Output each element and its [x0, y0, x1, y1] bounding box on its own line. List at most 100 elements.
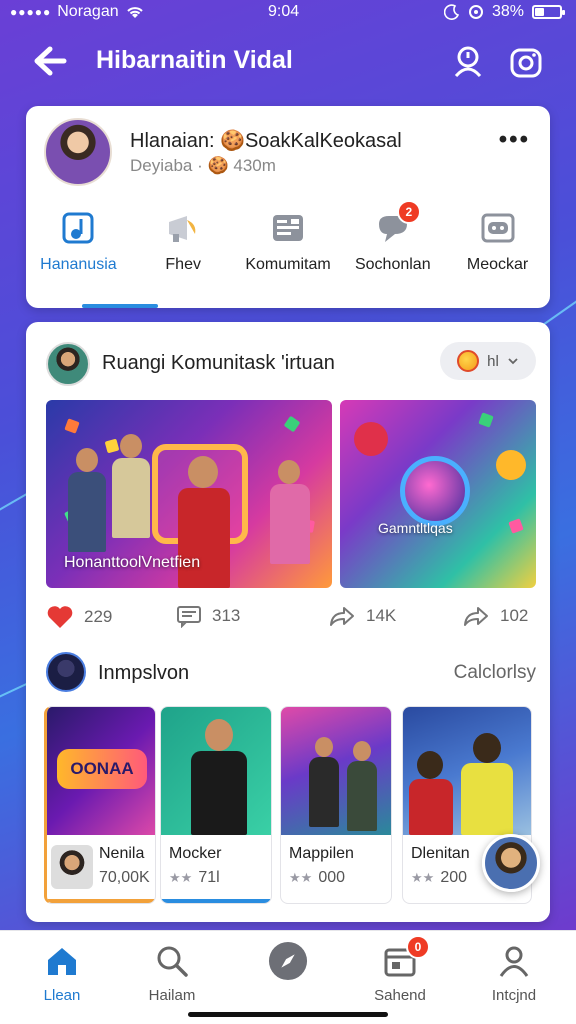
tab-label: Meockar [466, 256, 529, 273]
monster-character [354, 422, 388, 456]
moon-icon [443, 4, 460, 20]
avatar[interactable] [51, 845, 93, 889]
more-options-button[interactable]: ••• [499, 126, 530, 154]
nav-label: Intcjnd [491, 987, 537, 1004]
heart-icon [47, 606, 73, 628]
person-icon [494, 941, 534, 981]
tab-meockar[interactable]: Meockar [445, 202, 550, 282]
signal-dots-icon: ●●●●● [10, 5, 52, 19]
list-item[interactable]: Mocker ★★ 71l [160, 706, 272, 904]
post-reactions: 229 313 14K 102 [46, 598, 536, 638]
forward-icon [464, 607, 488, 626]
item-meta: 70,00K [99, 869, 150, 886]
home-icon [42, 941, 82, 981]
floating-avatar-button[interactable] [482, 834, 540, 892]
star-rating: ★★ [411, 870, 435, 885]
list-item[interactable]: OONAA Nenila 70,00K [44, 706, 156, 904]
avatar[interactable] [44, 118, 112, 186]
person-figure [191, 719, 247, 835]
nav-label: Llean [43, 987, 81, 1004]
battery-percent: 38% [491, 3, 524, 20]
section-header: Inmpslvon Calclorlsy [46, 652, 536, 698]
game-orb [400, 456, 470, 526]
camera-button[interactable] [506, 42, 546, 82]
wifi-icon [126, 7, 143, 18]
comment-icon [177, 606, 201, 628]
compass-icon [268, 941, 308, 981]
like-button[interactable]: 229 [46, 604, 112, 630]
forward-button[interactable]: 102 [462, 604, 528, 628]
person-figure [347, 741, 377, 837]
star-rating: ★★ [169, 870, 193, 885]
tab-fhev[interactable]: Fhev [131, 202, 236, 282]
tab-hananusia[interactable]: Hananusia [26, 202, 131, 282]
emoji-icon [457, 350, 480, 372]
progress-bar [47, 899, 155, 903]
profile-card: Hlanaian: 🍪SoakKalKeokasal Deyiaba · 🍪 4… [26, 106, 550, 308]
confetti-shape [478, 412, 494, 428]
list-item[interactable]: Mappilen ★★ 000 [280, 706, 392, 904]
confetti-shape [283, 415, 301, 433]
item-title: Dlenitan [411, 845, 470, 862]
music-note-icon [58, 208, 98, 248]
post-media-secondary[interactable]: Gamntltlqas [340, 400, 536, 588]
profile-alert-button[interactable] [448, 42, 488, 82]
post-title: Ruangi Komunitask 'irtuan [102, 352, 335, 374]
item-meta: ★★ 200 [411, 869, 468, 886]
person-figure [461, 733, 513, 835]
person-figure [112, 434, 152, 574]
nav-home[interactable]: Llean [12, 941, 112, 1004]
battery-icon [532, 5, 565, 19]
chat-bubble-icon: 2 [373, 200, 421, 248]
confetti-shape [64, 418, 80, 434]
back-button[interactable] [30, 42, 70, 80]
tab-label: Hananusia [40, 256, 117, 273]
avatar[interactable] [46, 652, 86, 692]
comment-count: 313 [212, 606, 241, 625]
item-meta: ★★ 71l [169, 869, 220, 886]
clock: 9:04 [268, 3, 300, 20]
share-button[interactable]: 14K [328, 604, 396, 628]
item-title: Nenila [99, 845, 145, 862]
alarm-icon [468, 5, 483, 19]
feed-card: Ruangi Komunitask 'irtuan hl HonanttoolV… [26, 322, 550, 922]
section-see-all-link[interactable]: Calclorlsy [454, 662, 536, 684]
post-media-main[interactable]: HonanttoolVnetfien [46, 400, 332, 588]
nav-calendar[interactable]: 0 Sahend [350, 935, 450, 1004]
post-header: Ruangi Komunitask 'irtuan hl [46, 342, 536, 388]
media-caption: Gamntltlqas [378, 520, 453, 536]
avatar[interactable] [46, 342, 90, 386]
profile-tabs: Hananusia Fhev Komumitam 2 Sochonlan Meo… [26, 200, 550, 282]
home-indicator [188, 1012, 388, 1017]
nav-profile[interactable]: Intcjnd [464, 941, 564, 1004]
profile-subtitle: Deyiaba · 🍪 430m [130, 156, 276, 175]
tab-label: Fhev [165, 256, 201, 273]
media-caption: HonanttoolVnetfien [64, 554, 201, 571]
comment-button[interactable]: 313 [176, 604, 240, 628]
list-card-icon [268, 208, 308, 248]
star-rating: ★★ [289, 870, 313, 885]
notification-badge: 2 [396, 200, 421, 224]
forward-count: 102 [500, 606, 529, 625]
nav-search[interactable]: Hailam [122, 941, 222, 1004]
person-figure [309, 737, 339, 833]
item-title: Mocker [169, 845, 222, 862]
profile-name: Hlanaian: 🍪SoakKalKeokasal [130, 130, 402, 152]
camera-icon [510, 48, 542, 78]
notification-badge: 0 [406, 935, 430, 959]
game-logo: OONAA [57, 749, 147, 789]
calendar-icon: 0 [380, 935, 430, 981]
share-icon [330, 607, 354, 626]
nav-compass[interactable] [238, 941, 338, 987]
tab-label: Sochonlan [354, 256, 431, 273]
language-label: hl [487, 352, 499, 370]
chevron-down-icon [508, 358, 518, 365]
nav-label: Sahend [374, 987, 426, 1004]
language-selector[interactable]: hl [440, 342, 536, 380]
tab-sochonlan[interactable]: 2 Sochonlan [340, 200, 445, 282]
nav-label: Hailam [148, 987, 196, 1004]
section-title: Inmpslvon [98, 662, 190, 684]
search-icon [152, 941, 192, 981]
tab-komumitam[interactable]: Komumitam [236, 202, 341, 282]
confetti-shape [508, 518, 524, 534]
